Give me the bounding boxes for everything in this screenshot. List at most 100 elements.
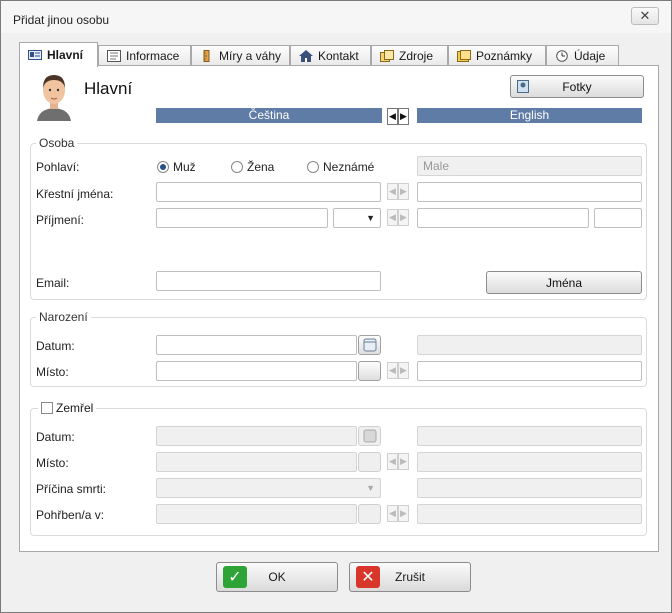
- clock-icon: [555, 50, 569, 62]
- gender-radio-unknown[interactable]: Neznámé: [307, 160, 374, 174]
- person-avatar-icon: [33, 71, 75, 121]
- burial-place-translation-field: [417, 504, 642, 524]
- surname-input[interactable]: [156, 208, 328, 228]
- tab-hlavni[interactable]: Hlavní: [19, 42, 98, 67]
- birth-date-label: Datum:: [36, 339, 75, 353]
- gender-radio-male[interactable]: Muž: [157, 160, 196, 174]
- radio-label: Žena: [247, 160, 275, 174]
- surname-type-select[interactable]: ▼: [333, 208, 381, 228]
- given-names-input[interactable]: [156, 182, 381, 202]
- tab-poznamky[interactable]: Poznámky: [448, 45, 546, 66]
- radio-label: Neznámé: [323, 160, 375, 174]
- sources-icon: [380, 50, 394, 62]
- close-icon: ✕: [639, 8, 651, 23]
- cancel-button-label: Zrušit: [395, 570, 425, 584]
- arrow-left-icon: ◀: [387, 453, 398, 470]
- tab-label: Informace: [126, 49, 180, 63]
- arrow-right-icon[interactable]: ▶: [398, 362, 409, 379]
- close-button[interactable]: ✕: [631, 7, 659, 25]
- surname-label: Příjmení:: [36, 213, 85, 227]
- radio-button[interactable]: [157, 161, 169, 173]
- window-title: Přidat jinou osobu: [13, 13, 110, 27]
- photo-icon: [517, 80, 529, 96]
- email-input[interactable]: [156, 271, 381, 291]
- death-cause-label: Příčina smrti:: [36, 482, 107, 496]
- radio-button[interactable]: [307, 161, 319, 173]
- death-place-label: Místo:: [36, 456, 69, 470]
- death-date-picker-button: [358, 426, 381, 446]
- death-place-translation-field: [417, 452, 642, 472]
- section-title: Hlavní: [84, 79, 133, 98]
- birth-date-picker-button[interactable]: [358, 335, 381, 355]
- checkmark-icon: ✓: [223, 566, 247, 588]
- arrow-right-icon[interactable]: ▶: [398, 108, 409, 125]
- tab-label: Poznámky: [476, 49, 533, 63]
- language-swap-buttons[interactable]: ◀ ▶: [387, 108, 409, 125]
- deceased-checkbox[interactable]: Zemřel: [38, 401, 97, 415]
- ruler-icon: [200, 50, 214, 62]
- dialog-window: Přidat jinou osobu ✕ Hlavní Informace Mí…: [0, 0, 672, 613]
- house-icon: [299, 50, 313, 62]
- tab-label: Kontakt: [318, 49, 359, 63]
- tab-label: Hlavní: [47, 48, 84, 62]
- given-names-translation-input[interactable]: [417, 182, 642, 202]
- birth-place-input[interactable]: [156, 361, 357, 381]
- arrow-right-icon: ▶: [398, 453, 409, 470]
- cancel-icon: ✕: [356, 566, 380, 588]
- arrow-left-icon[interactable]: ◀: [387, 183, 398, 200]
- arrow-left-icon[interactable]: ◀: [387, 362, 398, 379]
- surname-copy-buttons[interactable]: ◀ ▶: [387, 209, 409, 226]
- tab-miry-a-vahy[interactable]: Míry a váhy: [191, 45, 290, 66]
- gender-radio-female[interactable]: Žena: [231, 160, 274, 174]
- tab-kontakt[interactable]: Kontakt: [290, 45, 371, 66]
- burial-place-input: [156, 504, 357, 524]
- burial-place-copy-buttons: ◀ ▶: [387, 505, 409, 522]
- given-names-label: Křestní jména:: [36, 187, 114, 201]
- photos-button-label: Fotky: [562, 79, 592, 94]
- tab-label: Míry a váhy: [219, 49, 282, 63]
- chevron-down-icon: ▼: [366, 483, 375, 493]
- arrow-left-icon: ◀: [387, 505, 398, 522]
- info-icon: [107, 50, 121, 62]
- language-left-bar: Čeština: [156, 108, 382, 123]
- birth-date-input[interactable]: [156, 335, 357, 355]
- id-card-icon: [28, 49, 42, 61]
- death-cause-select: ▼: [156, 478, 381, 498]
- arrow-left-icon[interactable]: ◀: [387, 108, 398, 125]
- burial-place-button: [358, 504, 381, 524]
- photos-button[interactable]: Fotky: [510, 75, 644, 98]
- checkbox-box[interactable]: [41, 402, 53, 414]
- radio-button[interactable]: [231, 161, 243, 173]
- birth-place-translation-input[interactable]: [417, 361, 642, 381]
- cancel-button[interactable]: ✕ Zrušit: [349, 562, 471, 592]
- arrow-right-icon: ▶: [398, 505, 409, 522]
- death-date-label: Datum:: [36, 430, 75, 444]
- surname-translation-extra-input[interactable]: [594, 208, 642, 228]
- tab-panel-hlavni: Hlavní Fotky Čeština ◀ ▶ English Osoba P…: [19, 65, 659, 552]
- names-button[interactable]: Jména: [486, 271, 642, 294]
- calendar-icon: [363, 429, 377, 446]
- title-bar: Přidat jinou osobu ✕: [1, 1, 671, 33]
- tab-label: Zdroje: [399, 49, 434, 63]
- radio-label: Muž: [173, 160, 196, 174]
- ok-button-label: OK: [268, 570, 286, 584]
- notes-icon: [457, 50, 471, 62]
- arrow-left-icon[interactable]: ◀: [387, 209, 398, 226]
- given-names-copy-buttons[interactable]: ◀ ▶: [387, 183, 409, 200]
- person-group-title: Osoba: [36, 136, 78, 150]
- email-label: Email:: [36, 276, 70, 290]
- arrow-right-icon[interactable]: ▶: [398, 183, 409, 200]
- tab-bar: Hlavní Informace Míry a váhy Kontakt Zdr…: [19, 42, 659, 67]
- ok-button[interactable]: ✓ OK: [216, 562, 338, 592]
- surname-translation-input[interactable]: [417, 208, 589, 228]
- gender-label: Pohlaví:: [36, 160, 80, 174]
- tab-zdroje[interactable]: Zdroje: [371, 45, 448, 66]
- birth-place-button[interactable]: [358, 361, 381, 381]
- tab-udaje[interactable]: Údaje: [546, 45, 619, 66]
- death-date-translation-field: [417, 426, 642, 446]
- birth-place-copy-buttons[interactable]: ◀ ▶: [387, 362, 409, 379]
- death-place-copy-buttons: ◀ ▶: [387, 453, 409, 470]
- tab-informace[interactable]: Informace: [98, 45, 191, 66]
- arrow-right-icon[interactable]: ▶: [398, 209, 409, 226]
- deceased-checkbox-label: Zemřel: [56, 401, 94, 415]
